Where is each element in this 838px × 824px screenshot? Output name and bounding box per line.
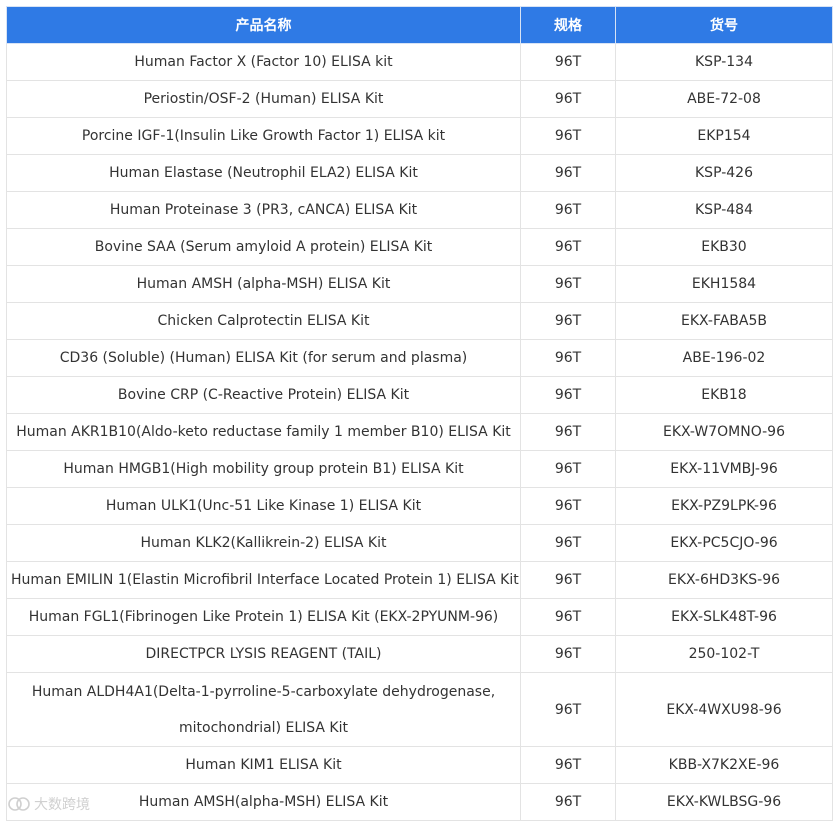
- table-row: Human KLK2(Kallikrein-2) ELISA Kit 96T E…: [6, 524, 833, 562]
- item-number-cell: EKX-FABA5B: [615, 302, 833, 340]
- product-name-cell: Bovine SAA (Serum amyloid A protein) ELI…: [6, 228, 521, 266]
- table-row: Human AMSH(alpha-MSH) ELISA Kit 96T EKX-…: [6, 783, 833, 821]
- item-number-cell: EKX-W7OMNO-96: [615, 413, 833, 451]
- table-row: Bovine CRP (C-Reactive Protein) ELISA Ki…: [6, 376, 833, 414]
- item-number-cell: EKP154: [615, 117, 833, 155]
- spec-cell: 96T: [520, 302, 616, 340]
- table-row: Chicken Calprotectin ELISA Kit 96T EKX-F…: [6, 302, 833, 340]
- product-name-cell: Human KIM1 ELISA Kit: [6, 746, 521, 784]
- product-name-cell: Human Factor X (Factor 10) ELISA kit: [6, 43, 521, 81]
- product-name-cell: Porcine IGF-1(Insulin Like Growth Factor…: [6, 117, 521, 155]
- spec-cell: 96T: [520, 191, 616, 229]
- table-row: CD36 (Soluble) (Human) ELISA Kit (for se…: [6, 339, 833, 377]
- product-name-cell: Periostin/OSF-2 (Human) ELISA Kit: [6, 80, 521, 118]
- spec-cell: 96T: [520, 413, 616, 451]
- product-name-cell: Human EMILIN 1(Elastin Microfibril Inter…: [6, 561, 521, 599]
- table-row: Human EMILIN 1(Elastin Microfibril Inter…: [6, 561, 833, 599]
- table-row: Human ALDH4A1(Delta-1-pyrroline-5-carbox…: [6, 672, 833, 747]
- spec-cell: 96T: [520, 376, 616, 414]
- header-item-number: 货号: [615, 6, 833, 44]
- spec-cell: 96T: [520, 80, 616, 118]
- product-name-cell: Bovine CRP (C-Reactive Protein) ELISA Ki…: [6, 376, 521, 414]
- item-number-cell: EKX-6HD3KS-96: [615, 561, 833, 599]
- product-name-cell: Human ULK1(Unc-51 Like Kinase 1) ELISA K…: [6, 487, 521, 525]
- spec-cell: 96T: [520, 783, 616, 821]
- spec-cell: 96T: [520, 339, 616, 377]
- spec-cell: 96T: [520, 598, 616, 636]
- item-number-cell: EKX-KWLBSG-96: [615, 783, 833, 821]
- item-number-cell: KSP-134: [615, 43, 833, 81]
- table-row: Porcine IGF-1(Insulin Like Growth Factor…: [6, 117, 833, 155]
- spec-cell: 96T: [520, 43, 616, 81]
- item-number-cell: ABE-196-02: [615, 339, 833, 377]
- brand-logo-icon: [8, 797, 30, 811]
- product-name-cell: Human KLK2(Kallikrein-2) ELISA Kit: [6, 524, 521, 562]
- table-row: Human FGL1(Fibrinogen Like Protein 1) EL…: [6, 598, 833, 636]
- table-row: Human Proteinase 3 (PR3, cANCA) ELISA Ki…: [6, 191, 833, 229]
- product-name-cell: DIRECTPCR LYSIS REAGENT (TAIL): [6, 635, 521, 673]
- spec-cell: 96T: [520, 635, 616, 673]
- item-number-cell: KBB-X7K2XE-96: [615, 746, 833, 784]
- item-number-cell: KSP-426: [615, 154, 833, 192]
- table-row: Bovine SAA (Serum amyloid A protein) ELI…: [6, 228, 833, 266]
- table-row: Human KIM1 ELISA Kit 96T KBB-X7K2XE-96: [6, 746, 833, 784]
- spec-cell: 96T: [520, 228, 616, 266]
- item-number-cell: EKX-4WXU98-96: [615, 672, 833, 747]
- table-row: Human AKR1B10(Aldo-keto reductase family…: [6, 413, 833, 451]
- spec-cell: 96T: [520, 561, 616, 599]
- spec-cell: 96T: [520, 672, 616, 747]
- item-number-cell: EKH1584: [615, 265, 833, 303]
- item-number-cell: EKB30: [615, 228, 833, 266]
- product-table: 产品名称 规格 货号 Human Factor X (Factor 10) EL…: [6, 6, 833, 821]
- table-row: Human HMGB1(High mobility group protein …: [6, 450, 833, 488]
- watermark: 大数跨境: [8, 794, 90, 814]
- product-name-cell: Human HMGB1(High mobility group protein …: [6, 450, 521, 488]
- table-row: Human Factor X (Factor 10) ELISA kit 96T…: [6, 43, 833, 81]
- spec-cell: 96T: [520, 450, 616, 488]
- product-name-cell: Human AMSH (alpha-MSH) ELISA Kit: [6, 265, 521, 303]
- spec-cell: 96T: [520, 487, 616, 525]
- product-name-cell: Human AKR1B10(Aldo-keto reductase family…: [6, 413, 521, 451]
- product-name-cell: CD36 (Soluble) (Human) ELISA Kit (for se…: [6, 339, 521, 377]
- spec-cell: 96T: [520, 265, 616, 303]
- spec-cell: 96T: [520, 524, 616, 562]
- item-number-cell: EKB18: [615, 376, 833, 414]
- item-number-cell: EKX-11VMBJ-96: [615, 450, 833, 488]
- table-row: Human ULK1(Unc-51 Like Kinase 1) ELISA K…: [6, 487, 833, 525]
- product-name-cell: Human Proteinase 3 (PR3, cANCA) ELISA Ki…: [6, 191, 521, 229]
- table-row: DIRECTPCR LYSIS REAGENT (TAIL) 96T 250-1…: [6, 635, 833, 673]
- item-number-cell: EKX-SLK48T-96: [615, 598, 833, 636]
- spec-cell: 96T: [520, 117, 616, 155]
- table-row: Human AMSH (alpha-MSH) ELISA Kit 96T EKH…: [6, 265, 833, 303]
- header-product-name: 产品名称: [6, 6, 521, 44]
- item-number-cell: EKX-PC5CJO-96: [615, 524, 833, 562]
- watermark-text: 大数跨境: [34, 797, 90, 813]
- header-spec: 规格: [520, 6, 616, 44]
- product-name-cell: Human ALDH4A1(Delta-1-pyrroline-5-carbox…: [6, 672, 521, 747]
- product-name-cell: Chicken Calprotectin ELISA Kit: [6, 302, 521, 340]
- table-row: Periostin/OSF-2 (Human) ELISA Kit 96T AB…: [6, 80, 833, 118]
- item-number-cell: 250-102-T: [615, 635, 833, 673]
- item-number-cell: KSP-484: [615, 191, 833, 229]
- table-header-row: 产品名称 规格 货号: [6, 6, 833, 44]
- spec-cell: 96T: [520, 746, 616, 784]
- item-number-cell: ABE-72-08: [615, 80, 833, 118]
- spec-cell: 96T: [520, 154, 616, 192]
- product-name-cell: Human Elastase (Neutrophil ELA2) ELISA K…: [6, 154, 521, 192]
- table-row: Human Elastase (Neutrophil ELA2) ELISA K…: [6, 154, 833, 192]
- item-number-cell: EKX-PZ9LPK-96: [615, 487, 833, 525]
- product-name-cell: Human FGL1(Fibrinogen Like Protein 1) EL…: [6, 598, 521, 636]
